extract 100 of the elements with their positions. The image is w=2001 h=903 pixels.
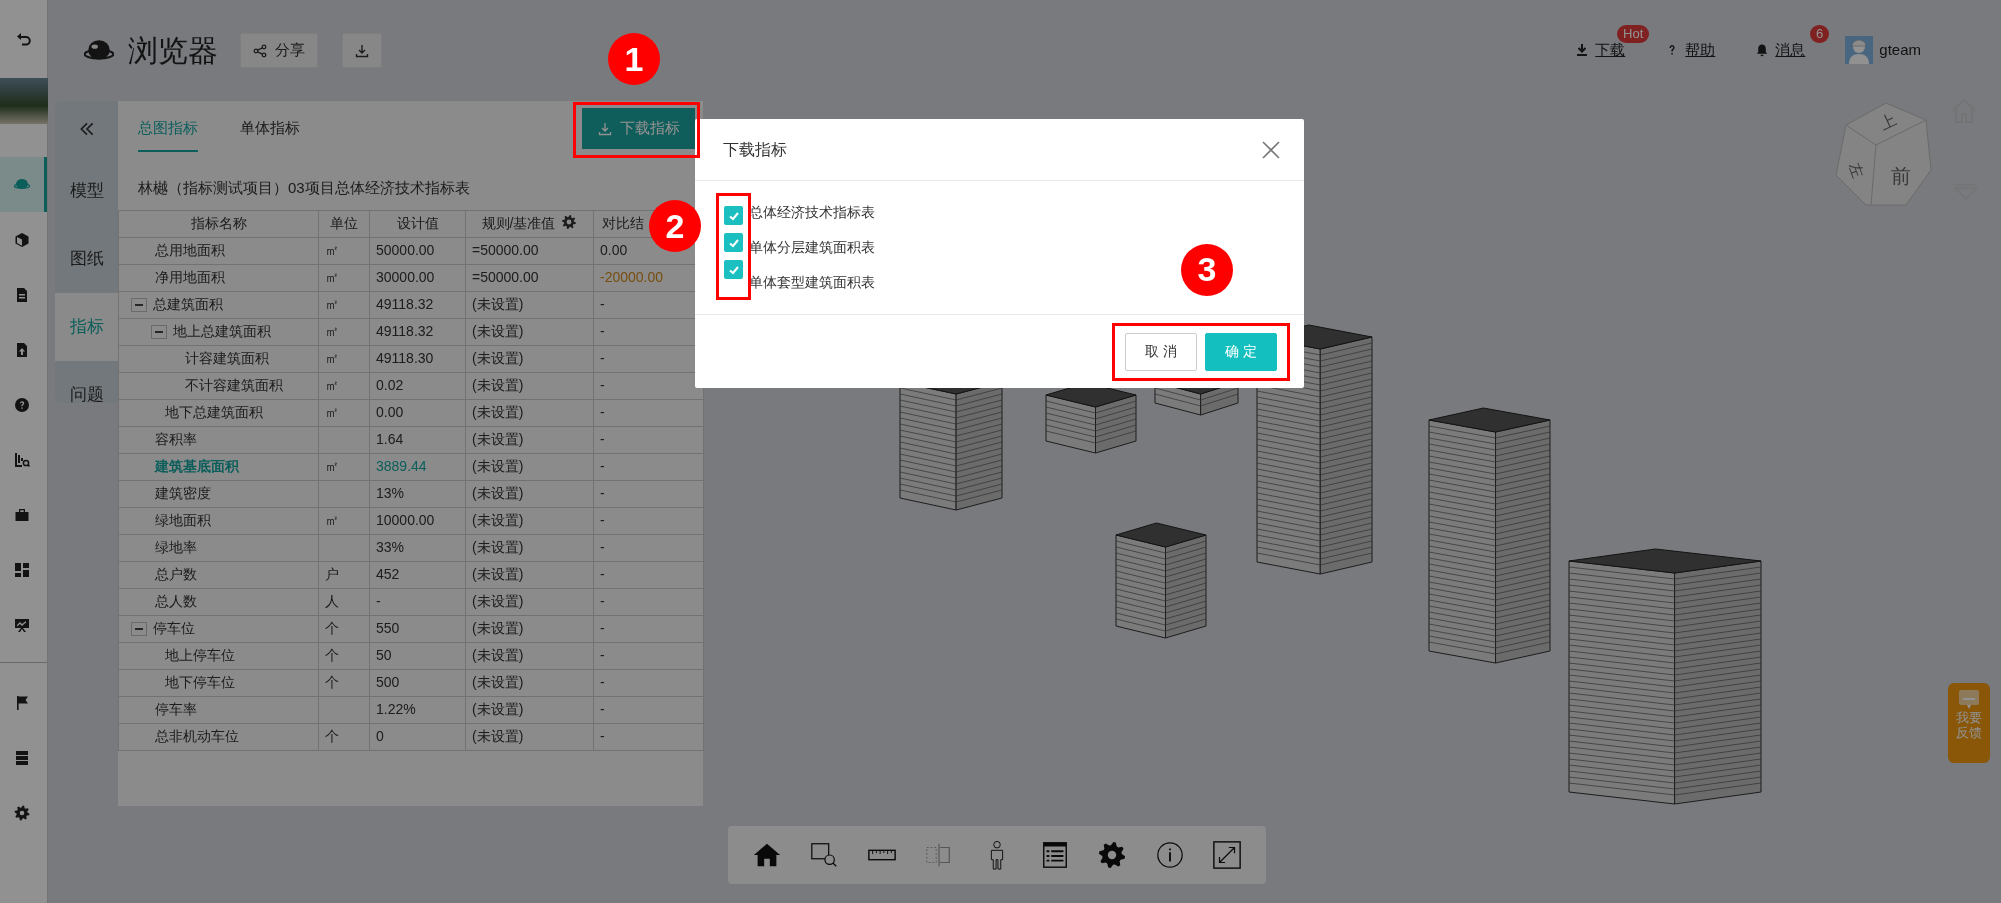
row-label: 净用地面积	[155, 269, 225, 285]
briefcase-icon	[14, 506, 30, 523]
row-label: 建筑密度	[155, 485, 211, 501]
bell-icon	[1755, 43, 1770, 57]
table-cell: 户	[318, 561, 370, 588]
table-cell: -	[369, 588, 466, 615]
fullscreen-icon[interactable]	[1211, 839, 1244, 871]
row-label: 地下停车位	[165, 674, 235, 690]
table-cell: (未设置)	[465, 318, 594, 345]
row-label: 总非机动车位	[155, 728, 239, 744]
dialog-title: 下载指标	[723, 139, 787, 160]
row-label: 停车位	[153, 620, 195, 636]
table-cell: (未设置)	[465, 642, 594, 669]
table-cell: ㎡	[318, 372, 370, 399]
download-button[interactable]	[342, 33, 382, 68]
user-name[interactable]: gteam	[1879, 38, 1921, 62]
column-header: 规则/基准值	[481, 215, 556, 231]
table-cell: 个	[318, 642, 370, 669]
table-cell: ㎡	[318, 237, 370, 264]
download-indicators-button[interactable]: 下载指标	[582, 108, 695, 149]
checkbox[interactable]	[724, 233, 743, 252]
row-label: 绿地率	[155, 539, 197, 555]
checkbox-label[interactable]: 单体分层建筑面积表	[749, 230, 875, 265]
help-icon	[14, 396, 30, 413]
table-cell: -	[593, 642, 704, 669]
table-cell: 0	[369, 723, 466, 750]
table-cell: (未设置)	[465, 561, 594, 588]
file-upload-icon	[14, 341, 30, 358]
annotation-marker: 3	[1181, 243, 1233, 296]
share-icon	[253, 43, 267, 58]
table-cell: 人	[318, 588, 370, 615]
table-cell: ㎡	[318, 507, 370, 534]
table-cell: ㎡	[318, 264, 370, 291]
table-cell: -	[593, 696, 704, 723]
share-button[interactable]: 分享	[240, 33, 318, 68]
table-cell: (未设置)	[465, 426, 594, 453]
table-cell: (未设置)	[465, 453, 594, 480]
panel-tab[interactable]: 指标	[55, 293, 118, 361]
sub-tab[interactable]: 单体指标	[240, 101, 300, 152]
checkbox-label[interactable]: 单体套型建筑面积表	[749, 265, 875, 300]
panel-tab[interactable]: 模型	[55, 157, 118, 225]
presentation-icon	[14, 616, 30, 633]
cancel-button[interactable]: 取 消	[1125, 332, 1197, 371]
panel-tab[interactable]: 问题	[55, 361, 118, 429]
table-cell: -	[593, 453, 704, 480]
table-cell: 49118.32	[369, 291, 466, 318]
table-cell: ㎡	[318, 399, 370, 426]
checkbox[interactable]	[724, 260, 743, 279]
settings-icon	[14, 804, 30, 821]
table-cell: ㎡	[318, 345, 370, 372]
table-cell: -	[593, 723, 704, 750]
table-cell: 3889.44	[369, 453, 466, 480]
download-icon	[1575, 43, 1590, 57]
chat-icon	[1957, 689, 1981, 711]
column-header: 设计值	[369, 210, 466, 237]
table-cell: -	[593, 588, 704, 615]
checkbox[interactable]	[724, 206, 743, 225]
table-cell: -	[593, 534, 704, 561]
table-cell: -	[593, 669, 704, 696]
column-header: 指标名称	[118, 210, 319, 237]
table-cell: 49118.30	[369, 345, 466, 372]
row-label: 容积率	[155, 431, 197, 447]
table-cell: (未设置)	[465, 615, 594, 642]
table-cell: ㎡	[318, 318, 370, 345]
row-label: 总人数	[155, 593, 197, 609]
table-cell: ㎡	[318, 453, 370, 480]
close-button[interactable]	[1260, 138, 1282, 161]
notification-badge: 6	[1810, 24, 1830, 43]
table-cell: =50000.00	[465, 237, 594, 264]
app-logo-icon	[84, 38, 114, 63]
sub-tab[interactable]: 总图指标	[138, 101, 198, 152]
row-label: 不计容建筑面积	[185, 377, 283, 393]
row-label: 建筑基底面积	[155, 458, 239, 474]
table-cell: 550	[369, 615, 466, 642]
table-cell: (未设置)	[465, 372, 594, 399]
table-cell: 10000.00	[369, 507, 466, 534]
table-cell: 0.02	[369, 372, 466, 399]
row-label: 地上停车位	[165, 647, 235, 663]
confirm-button[interactable]: 确 定	[1205, 332, 1277, 371]
table-cell: 500	[369, 669, 466, 696]
table-cell: (未设置)	[465, 399, 594, 426]
table-cell: 1.64	[369, 426, 466, 453]
collapse-toggle[interactable]	[151, 325, 167, 340]
settings-icon[interactable]	[561, 214, 578, 230]
table-cell: 个	[318, 615, 370, 642]
table-cell: 0.00	[369, 399, 466, 426]
header-link[interactable]: 帮助	[1665, 38, 1716, 62]
table-cell: -	[593, 480, 704, 507]
table-cell: (未设置)	[465, 669, 594, 696]
project-thumbnail[interactable]	[0, 78, 48, 124]
undo-icon[interactable]	[15, 31, 32, 47]
collapse-toggle[interactable]	[131, 298, 147, 313]
panel-tab[interactable]: 图纸	[55, 225, 118, 293]
notification-badge: Hot	[1617, 24, 1650, 43]
collapse-toggle[interactable]	[131, 622, 147, 637]
table-cell: (未设置)	[465, 723, 594, 750]
table-cell: 50000.00	[369, 237, 466, 264]
table-cell: -	[593, 399, 704, 426]
table-title: 林樾（指标测试项目）03项目总体经济技术指标表	[137, 178, 471, 198]
table-cell: -	[593, 426, 704, 453]
